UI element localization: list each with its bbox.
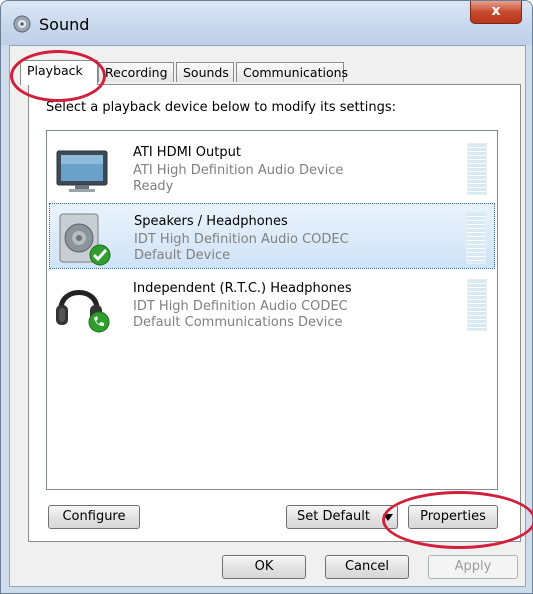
instruction-text: Select a playback device below to modify… [46, 100, 396, 115]
device-list[interactable]: ATI HDMI Output ATI High Definition Audi… [46, 130, 498, 490]
volume-meter [466, 212, 486, 264]
apply-button[interactable]: Apply [428, 555, 518, 579]
device-name: Speakers / Headphones [134, 214, 288, 229]
device-item-speakers[interactable]: Speakers / Headphones IDT High Definitio… [49, 203, 495, 269]
dropdown-arrow-icon [383, 514, 393, 521]
device-driver: IDT High Definition Audio CODEC [133, 299, 348, 314]
close-button[interactable]: x [470, 1, 522, 24]
headphones-icon [56, 290, 110, 333]
volume-meter [467, 279, 487, 331]
tab-playback[interactable]: Playback [20, 60, 98, 85]
device-name: ATI HDMI Output [133, 145, 241, 160]
tab-sounds[interactable]: Sounds [176, 62, 234, 82]
device-name: Independent (R.T.C.) Headphones [133, 281, 352, 296]
set-default-button[interactable]: Set Default [286, 505, 381, 529]
device-item-rtc-headphones[interactable]: Independent (R.T.C.) Headphones IDT High… [49, 271, 495, 337]
configure-button[interactable]: Configure [48, 505, 140, 529]
set-default-dropdown[interactable] [380, 505, 398, 529]
device-driver: IDT High Definition Audio CODEC [134, 232, 349, 247]
volume-meter [467, 143, 487, 195]
tab-communications[interactable]: Communications [236, 62, 348, 82]
cancel-button[interactable]: Cancel [325, 555, 409, 579]
window-title: Sound [39, 15, 90, 34]
tab-recording[interactable]: Recording [98, 62, 174, 82]
green-check-badge [89, 244, 111, 266]
properties-button[interactable]: Properties [408, 505, 498, 529]
device-driver: ATI High Definition Audio Device [133, 163, 344, 178]
monitor-icon [56, 150, 108, 192]
device-status: Ready [133, 179, 174, 194]
device-status: Default Communications Device [133, 315, 343, 330]
speaker-icon [59, 213, 111, 266]
speaker-title-icon [13, 15, 31, 33]
device-item-ati-hdmi[interactable]: ATI HDMI Output ATI High Definition Audi… [49, 135, 495, 201]
ok-button[interactable]: OK [222, 555, 306, 579]
green-phone-badge [88, 311, 110, 333]
title-bar[interactable]: Sound x [1, 1, 532, 45]
device-status: Default Device [134, 248, 231, 263]
